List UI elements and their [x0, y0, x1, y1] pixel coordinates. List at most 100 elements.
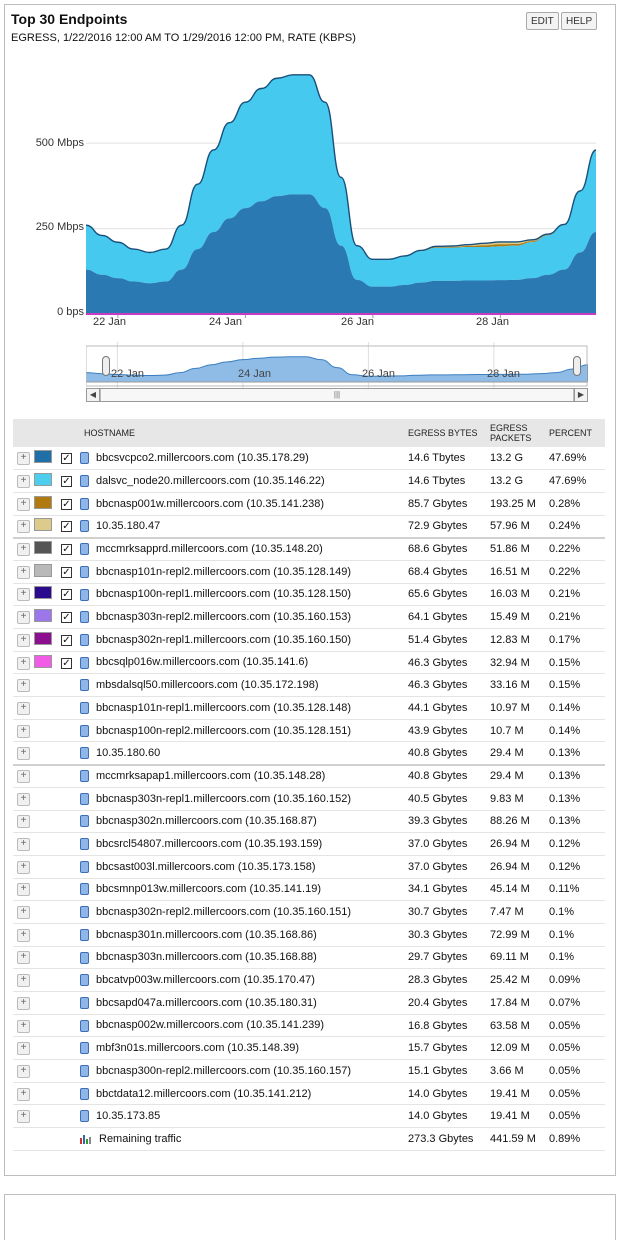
hostname-cell[interactable]: bbcnasp100n-repl2.millercoors.com (10.35… — [96, 725, 351, 737]
table-row[interactable]: + bbcnasp302n-repl2.millercoors.com (10.3… — [13, 901, 605, 924]
table-row[interactable]: + bbcsapd047a.millercoors.com (10.35.180.… — [13, 992, 605, 1015]
table-row[interactable]: + bbctdata12.millercoors.com (10.35.141.2… — [13, 1082, 605, 1105]
hostname-cell[interactable]: bbcnasp302n-repl1.millercoors.com (10.35… — [96, 634, 351, 646]
expand-row-icon[interactable]: + — [17, 565, 30, 579]
table-row[interactable]: + bbcnasp303n-repl1.millercoors.com (10.3… — [13, 787, 605, 810]
expand-row-icon[interactable]: + — [17, 860, 30, 874]
table-row[interactable]: + ✓ bbcnasp303n-repl2.millercoors.com (10.… — [13, 606, 605, 629]
hostname-cell[interactable]: mccmrksapap1.millercoors.com (10.35.148.… — [96, 770, 325, 782]
expand-row-icon[interactable]: + — [17, 928, 30, 942]
series-checkbox[interactable]: ✓ — [61, 634, 72, 646]
expand-row-icon[interactable]: + — [17, 633, 30, 647]
hostname-cell[interactable]: 10.35.180.60 — [96, 747, 160, 759]
hostname-cell[interactable]: bbcatvp003w.millercoors.com (10.35.170.4… — [96, 974, 315, 986]
hostname-cell[interactable]: bbcsmnp013w.millercoors.com (10.35.141.1… — [96, 883, 321, 895]
table-row[interactable]: + ✓ dalsvc_node20.millercoors.com (10.35.1… — [13, 470, 605, 493]
bytes-column-header[interactable]: EGRESS BYTES — [404, 419, 486, 447]
hostname-cell[interactable]: bbcnasp301n.millercoors.com (10.35.168.8… — [96, 929, 317, 941]
series-checkbox[interactable]: ✓ — [61, 544, 72, 556]
hostname-cell[interactable]: 10.35.180.47 — [96, 520, 160, 532]
expand-row-icon[interactable]: + — [17, 1110, 30, 1124]
hostname-cell[interactable]: bbcnasp302n-repl2.millercoors.com (10.35… — [96, 906, 351, 918]
traffic-area-chart[interactable] — [86, 64, 596, 318]
hostname-cell[interactable]: bbcnasp302n.millercoors.com (10.35.168.8… — [96, 815, 317, 827]
expand-row-icon[interactable]: + — [17, 883, 30, 897]
hostname-cell[interactable]: dalsvc_node20.millercoors.com (10.35.146… — [96, 475, 325, 487]
table-row[interactable]: + ✓ bbcsqlp016w.millercoors.com (10.35.141… — [13, 651, 605, 674]
table-row[interactable]: + bbcnasp100n-repl2.millercoors.com (10.3… — [13, 719, 605, 742]
expand-row-icon[interactable]: + — [17, 611, 30, 625]
packets-column-header[interactable]: EGRESS PACKETS — [486, 419, 545, 447]
scroll-left-arrow-icon[interactable]: ◀ — [87, 389, 100, 401]
hostname-cell[interactable]: bbcnasp303n.millercoors.com (10.35.168.8… — [96, 951, 317, 963]
hostname-cell[interactable]: bbcnasp303n-repl1.millercoors.com (10.35… — [96, 793, 351, 805]
table-row[interactable]: + mbsdalsql50.millercoors.com (10.35.172.… — [13, 674, 605, 697]
expand-row-icon[interactable]: + — [17, 770, 30, 784]
hostname-cell[interactable]: bbcsast003l.millercoors.com (10.35.173.1… — [96, 861, 316, 873]
table-row[interactable]: + ✓ bbcsvcpco2.millercoors.com (10.35.178.… — [13, 447, 605, 470]
table-row[interactable]: + bbcnasp301n.millercoors.com (10.35.168.… — [13, 923, 605, 947]
range-handle-right[interactable] — [573, 356, 581, 376]
table-row[interactable]: + bbcsrcl54807.millercoors.com (10.35.193… — [13, 833, 605, 856]
hostname-cell[interactable]: bbctdata12.millercoors.com (10.35.141.21… — [96, 1088, 311, 1100]
table-row[interactable]: +10.35.180.60 40.8 Gbytes 29.4 M 0.13% — [13, 742, 605, 765]
hostname-cell[interactable]: bbcnasp101n-repl2.millercoors.com (10.35… — [96, 566, 351, 578]
expand-row-icon[interactable]: + — [17, 656, 30, 670]
range-handle-left[interactable] — [102, 356, 110, 376]
table-row[interactable]: + bbcnasp302n.millercoors.com (10.35.168.… — [13, 810, 605, 833]
hostname-cell[interactable]: bbcsqlp016w.millercoors.com (10.35.141.6… — [96, 656, 308, 668]
hostname-cell[interactable]: bbcnasp101n-repl1.millercoors.com (10.35… — [96, 702, 351, 714]
expand-row-icon[interactable]: + — [17, 838, 30, 852]
table-row[interactable]: + mccmrksapap1.millercoors.com (10.35.148… — [13, 765, 605, 788]
series-checkbox[interactable]: ✓ — [61, 498, 72, 510]
expand-row-icon[interactable]: + — [17, 996, 30, 1010]
expand-row-icon[interactable]: + — [17, 1019, 30, 1033]
table-row[interactable]: + ✓ bbcnasp001w.millercoors.com (10.35.141… — [13, 492, 605, 516]
hostname-cell[interactable]: bbcnasp002w.millercoors.com (10.35.141.2… — [96, 1019, 324, 1031]
expand-row-icon[interactable]: + — [17, 1064, 30, 1078]
series-checkbox[interactable]: ✓ — [61, 657, 72, 669]
hostname-cell[interactable]: bbcnasp303n-repl2.millercoors.com (10.35… — [96, 611, 351, 623]
table-row[interactable]: + bbcnasp101n-repl1.millercoors.com (10.3… — [13, 697, 605, 720]
table-row[interactable]: + bbcsmnp013w.millercoors.com (10.35.141.… — [13, 878, 605, 901]
series-checkbox[interactable]: ✓ — [61, 566, 72, 578]
expand-row-icon[interactable]: + — [17, 543, 30, 557]
expand-row-icon[interactable]: + — [17, 792, 30, 806]
series-checkbox[interactable]: ✓ — [61, 612, 72, 624]
table-row[interactable]: + bbcnasp300n-repl2.millercoors.com (10.3… — [13, 1060, 605, 1083]
scroll-right-arrow-icon[interactable]: ▶ — [574, 389, 587, 401]
hostname-cell[interactable]: bbcnasp001w.millercoors.com (10.35.141.2… — [96, 498, 324, 510]
help-button[interactable]: HELP — [561, 12, 598, 30]
hostname-cell[interactable]: bbcsrcl54807.millercoors.com (10.35.193.… — [96, 838, 322, 850]
edit-button[interactable]: EDIT — [526, 12, 559, 30]
expand-row-icon[interactable]: + — [17, 974, 30, 988]
hostname-cell[interactable]: 10.35.173.85 — [96, 1110, 160, 1122]
series-checkbox[interactable]: ✓ — [61, 476, 72, 488]
range-navigator[interactable] — [86, 342, 588, 388]
expand-row-icon[interactable]: + — [17, 815, 30, 829]
expand-row-icon[interactable]: + — [17, 906, 30, 920]
hostname-cell[interactable]: bbcnasp300n-repl2.millercoors.com (10.35… — [96, 1065, 351, 1077]
expand-row-icon[interactable]: + — [17, 701, 30, 715]
series-checkbox[interactable]: ✓ — [61, 521, 72, 533]
series-checkbox[interactable]: ✓ — [61, 453, 72, 465]
expand-row-icon[interactable]: + — [17, 588, 30, 602]
expand-row-icon[interactable]: + — [17, 520, 30, 534]
expand-row-icon[interactable]: + — [17, 747, 30, 761]
hostname-cell[interactable]: bbcsapd047a.millercoors.com (10.35.180.3… — [96, 997, 317, 1009]
scroll-thumb[interactable]: ||| — [100, 389, 574, 401]
hostname-cell[interactable]: bbcnasp100n-repl1.millercoors.com (10.35… — [96, 588, 351, 600]
table-row[interactable]: + bbcnasp002w.millercoors.com (10.35.141.… — [13, 1014, 605, 1037]
expand-row-icon[interactable]: + — [17, 452, 30, 466]
table-row[interactable]: +10.35.173.85 14.0 Gbytes 19.41 M 0.05% — [13, 1105, 605, 1128]
expand-row-icon[interactable]: + — [17, 951, 30, 965]
hostname-cell[interactable]: bbcsvcpco2.millercoors.com (10.35.178.29… — [96, 452, 309, 464]
expand-row-icon[interactable]: + — [17, 679, 30, 693]
expand-row-icon[interactable]: + — [17, 1087, 30, 1101]
table-row[interactable]: + bbcnasp303n.millercoors.com (10.35.168.… — [13, 946, 605, 969]
navigator-scrollbar[interactable]: ◀ ||| ▶ — [86, 388, 588, 402]
hostname-column-header[interactable]: HOSTNAME — [80, 419, 404, 447]
expand-row-icon[interactable]: + — [17, 1042, 30, 1056]
series-checkbox[interactable]: ✓ — [61, 589, 72, 601]
table-row[interactable]: + bbcatvp003w.millercoors.com (10.35.170.… — [13, 969, 605, 992]
